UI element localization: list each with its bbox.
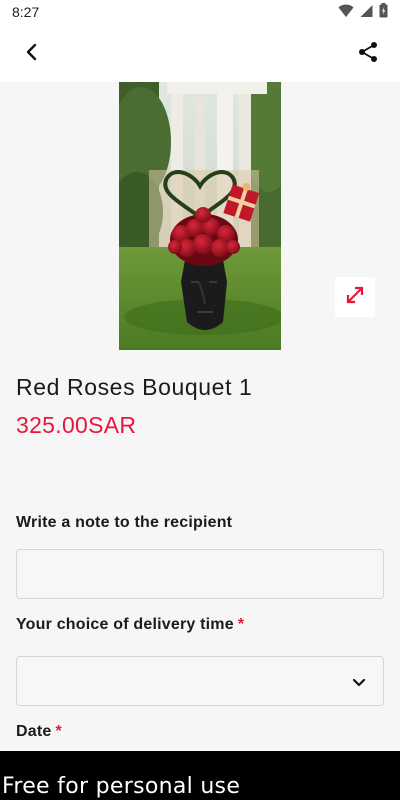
product-price: 325.00SAR xyxy=(16,412,137,438)
delivery-time-select[interactable] xyxy=(16,656,384,706)
back-button[interactable] xyxy=(18,40,46,68)
note-input[interactable] xyxy=(16,549,384,599)
expand-image-button[interactable] xyxy=(335,277,375,317)
product-name: Red Roses Bouquet 1 xyxy=(16,374,253,400)
required-marker: * xyxy=(237,616,245,633)
chevron-down-icon xyxy=(349,672,369,692)
date-label: Date * xyxy=(16,723,62,741)
bouquet-photo xyxy=(119,82,281,350)
status-time: 8:27 xyxy=(12,4,40,20)
share-button[interactable] xyxy=(354,40,382,68)
wifi-icon xyxy=(338,4,354,23)
signal-icon xyxy=(360,4,373,23)
delivery-time-label: Your choice of delivery time * xyxy=(16,616,244,634)
back-arrow-icon xyxy=(24,43,40,66)
status-icons xyxy=(338,3,388,23)
delivery-time-label-text: Your choice of delivery time xyxy=(16,616,234,633)
product-image[interactable] xyxy=(119,82,281,350)
share-icon xyxy=(357,41,379,68)
note-label: Write a note to the recipient xyxy=(16,514,233,531)
expand-icon xyxy=(344,284,366,311)
watermark-text: Free for personal use xyxy=(2,774,241,799)
app-bar xyxy=(0,26,400,82)
status-bar: 8:27 xyxy=(0,0,400,26)
required-marker: * xyxy=(55,723,62,740)
date-label-text: Date xyxy=(16,723,52,740)
battery-icon xyxy=(379,3,388,23)
